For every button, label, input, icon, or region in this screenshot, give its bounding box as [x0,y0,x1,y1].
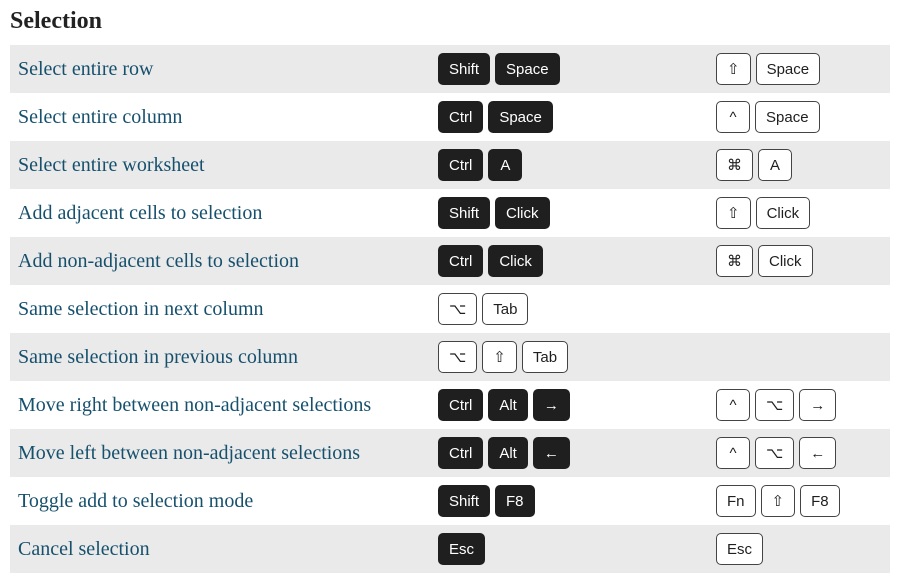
keycap: Alt [488,437,528,469]
shortcut-keys-mac: ^⌥→ [716,389,882,421]
keycap: Ctrl [438,149,483,181]
keycap: ⌘ [716,245,753,277]
shortcut-row: Select entire worksheetCtrlA⌘A [10,141,890,189]
shortcut-keys-mac: ⇧Space [716,53,882,85]
keycap: Space [495,53,560,85]
keycap: F8 [495,485,535,517]
keycap: ⇧ [716,197,751,229]
shortcut-label[interactable]: Select entire row [18,58,438,81]
shortcut-label[interactable]: Same selection in next column [18,298,438,321]
shortcut-label[interactable]: Move right between non-adjacent selectio… [18,394,438,417]
keycap: ^ [716,437,750,469]
keycap: Esc [716,533,763,565]
keycap: → [799,389,836,421]
shortcut-row: Add non-adjacent cells to selectionCtrlC… [10,237,890,285]
keycap: ⇧ [482,341,517,373]
shortcut-keys-windows: Esc [438,533,716,565]
keycap: A [488,149,522,181]
shortcut-row: Toggle add to selection modeShiftF8Fn⇧F8 [10,477,890,525]
shortcut-keys-windows: CtrlAlt← [438,437,716,469]
shortcut-keys-windows: ShiftF8 [438,485,716,517]
keycap: Space [488,101,553,133]
keycap: Click [495,197,550,229]
shortcut-keys-mac: ⇧Click [716,197,882,229]
keycap: Tab [522,341,568,373]
keycap: Shift [438,53,490,85]
shortcut-keys-mac: Fn⇧F8 [716,485,882,517]
shortcut-table: Select entire rowShiftSpace⇧SpaceSelect … [10,45,890,573]
shortcut-row: Move left between non-adjacent selection… [10,429,890,477]
shortcut-row: Move right between non-adjacent selectio… [10,381,890,429]
keycap: Ctrl [438,437,483,469]
section-title: Selection [10,8,890,35]
shortcut-keys-windows: ⌥Tab [438,293,716,325]
shortcut-keys-windows: CtrlClick [438,245,716,277]
keycap: Tab [482,293,528,325]
keycap: Alt [488,389,528,421]
keycap: ← [799,437,836,469]
shortcut-row: Same selection in next column⌥Tab [10,285,890,333]
keycap: ⇧ [761,485,796,517]
shortcut-keys-windows: CtrlSpace [438,101,716,133]
shortcut-row: Add adjacent cells to selectionShiftClic… [10,189,890,237]
keycap: ^ [716,101,750,133]
shortcut-keys-mac: Esc [716,533,882,565]
shortcut-keys-windows: CtrlAlt→ [438,389,716,421]
shortcut-label[interactable]: Cancel selection [18,538,438,561]
keycap: ⌥ [438,293,477,325]
keycap: ← [533,437,570,469]
keycap: Fn [716,485,756,517]
keycap: ⌥ [438,341,477,373]
keycap: ⌘ [716,149,753,181]
shortcut-keys-windows: ⌥⇧Tab [438,341,716,373]
keycap: Space [755,101,820,133]
keycap: ⌥ [755,389,794,421]
keycap: ^ [716,389,750,421]
shortcut-label[interactable]: Toggle add to selection mode [18,490,438,513]
shortcut-keys-mac: ^Space [716,101,882,133]
keycap: Esc [438,533,485,565]
keycap: Click [488,245,543,277]
shortcut-keys-windows: ShiftClick [438,197,716,229]
keycap: Shift [438,197,490,229]
shortcut-keys-mac: ^⌥← [716,437,882,469]
keycap: Ctrl [438,245,483,277]
keycap: Click [758,245,813,277]
keycap: A [758,149,792,181]
shortcut-row: Select entire columnCtrlSpace^Space [10,93,890,141]
keycap: F8 [800,485,840,517]
keycap: Click [756,197,811,229]
shortcut-keys-windows: ShiftSpace [438,53,716,85]
keycap: Ctrl [438,101,483,133]
shortcut-label[interactable]: Same selection in previous column [18,346,438,369]
keycap: ⌥ [755,437,794,469]
shortcut-row: Select entire rowShiftSpace⇧Space [10,45,890,93]
shortcut-label[interactable]: Move left between non-adjacent selection… [18,442,438,465]
shortcut-row: Cancel selectionEscEsc [10,525,890,573]
keycap: Shift [438,485,490,517]
keycap: → [533,389,570,421]
keycap: Space [756,53,821,85]
keycap: Ctrl [438,389,483,421]
shortcut-label[interactable]: Select entire column [18,106,438,129]
shortcut-row: Same selection in previous column⌥⇧Tab [10,333,890,381]
shortcut-label[interactable]: Add non-adjacent cells to selection [18,250,438,273]
keycap: ⇧ [716,53,751,85]
shortcut-keys-mac: ⌘A [716,149,882,181]
shortcut-label[interactable]: Select entire worksheet [18,154,438,177]
shortcut-label[interactable]: Add adjacent cells to selection [18,202,438,225]
shortcut-keys-windows: CtrlA [438,149,716,181]
shortcut-keys-mac: ⌘Click [716,245,882,277]
